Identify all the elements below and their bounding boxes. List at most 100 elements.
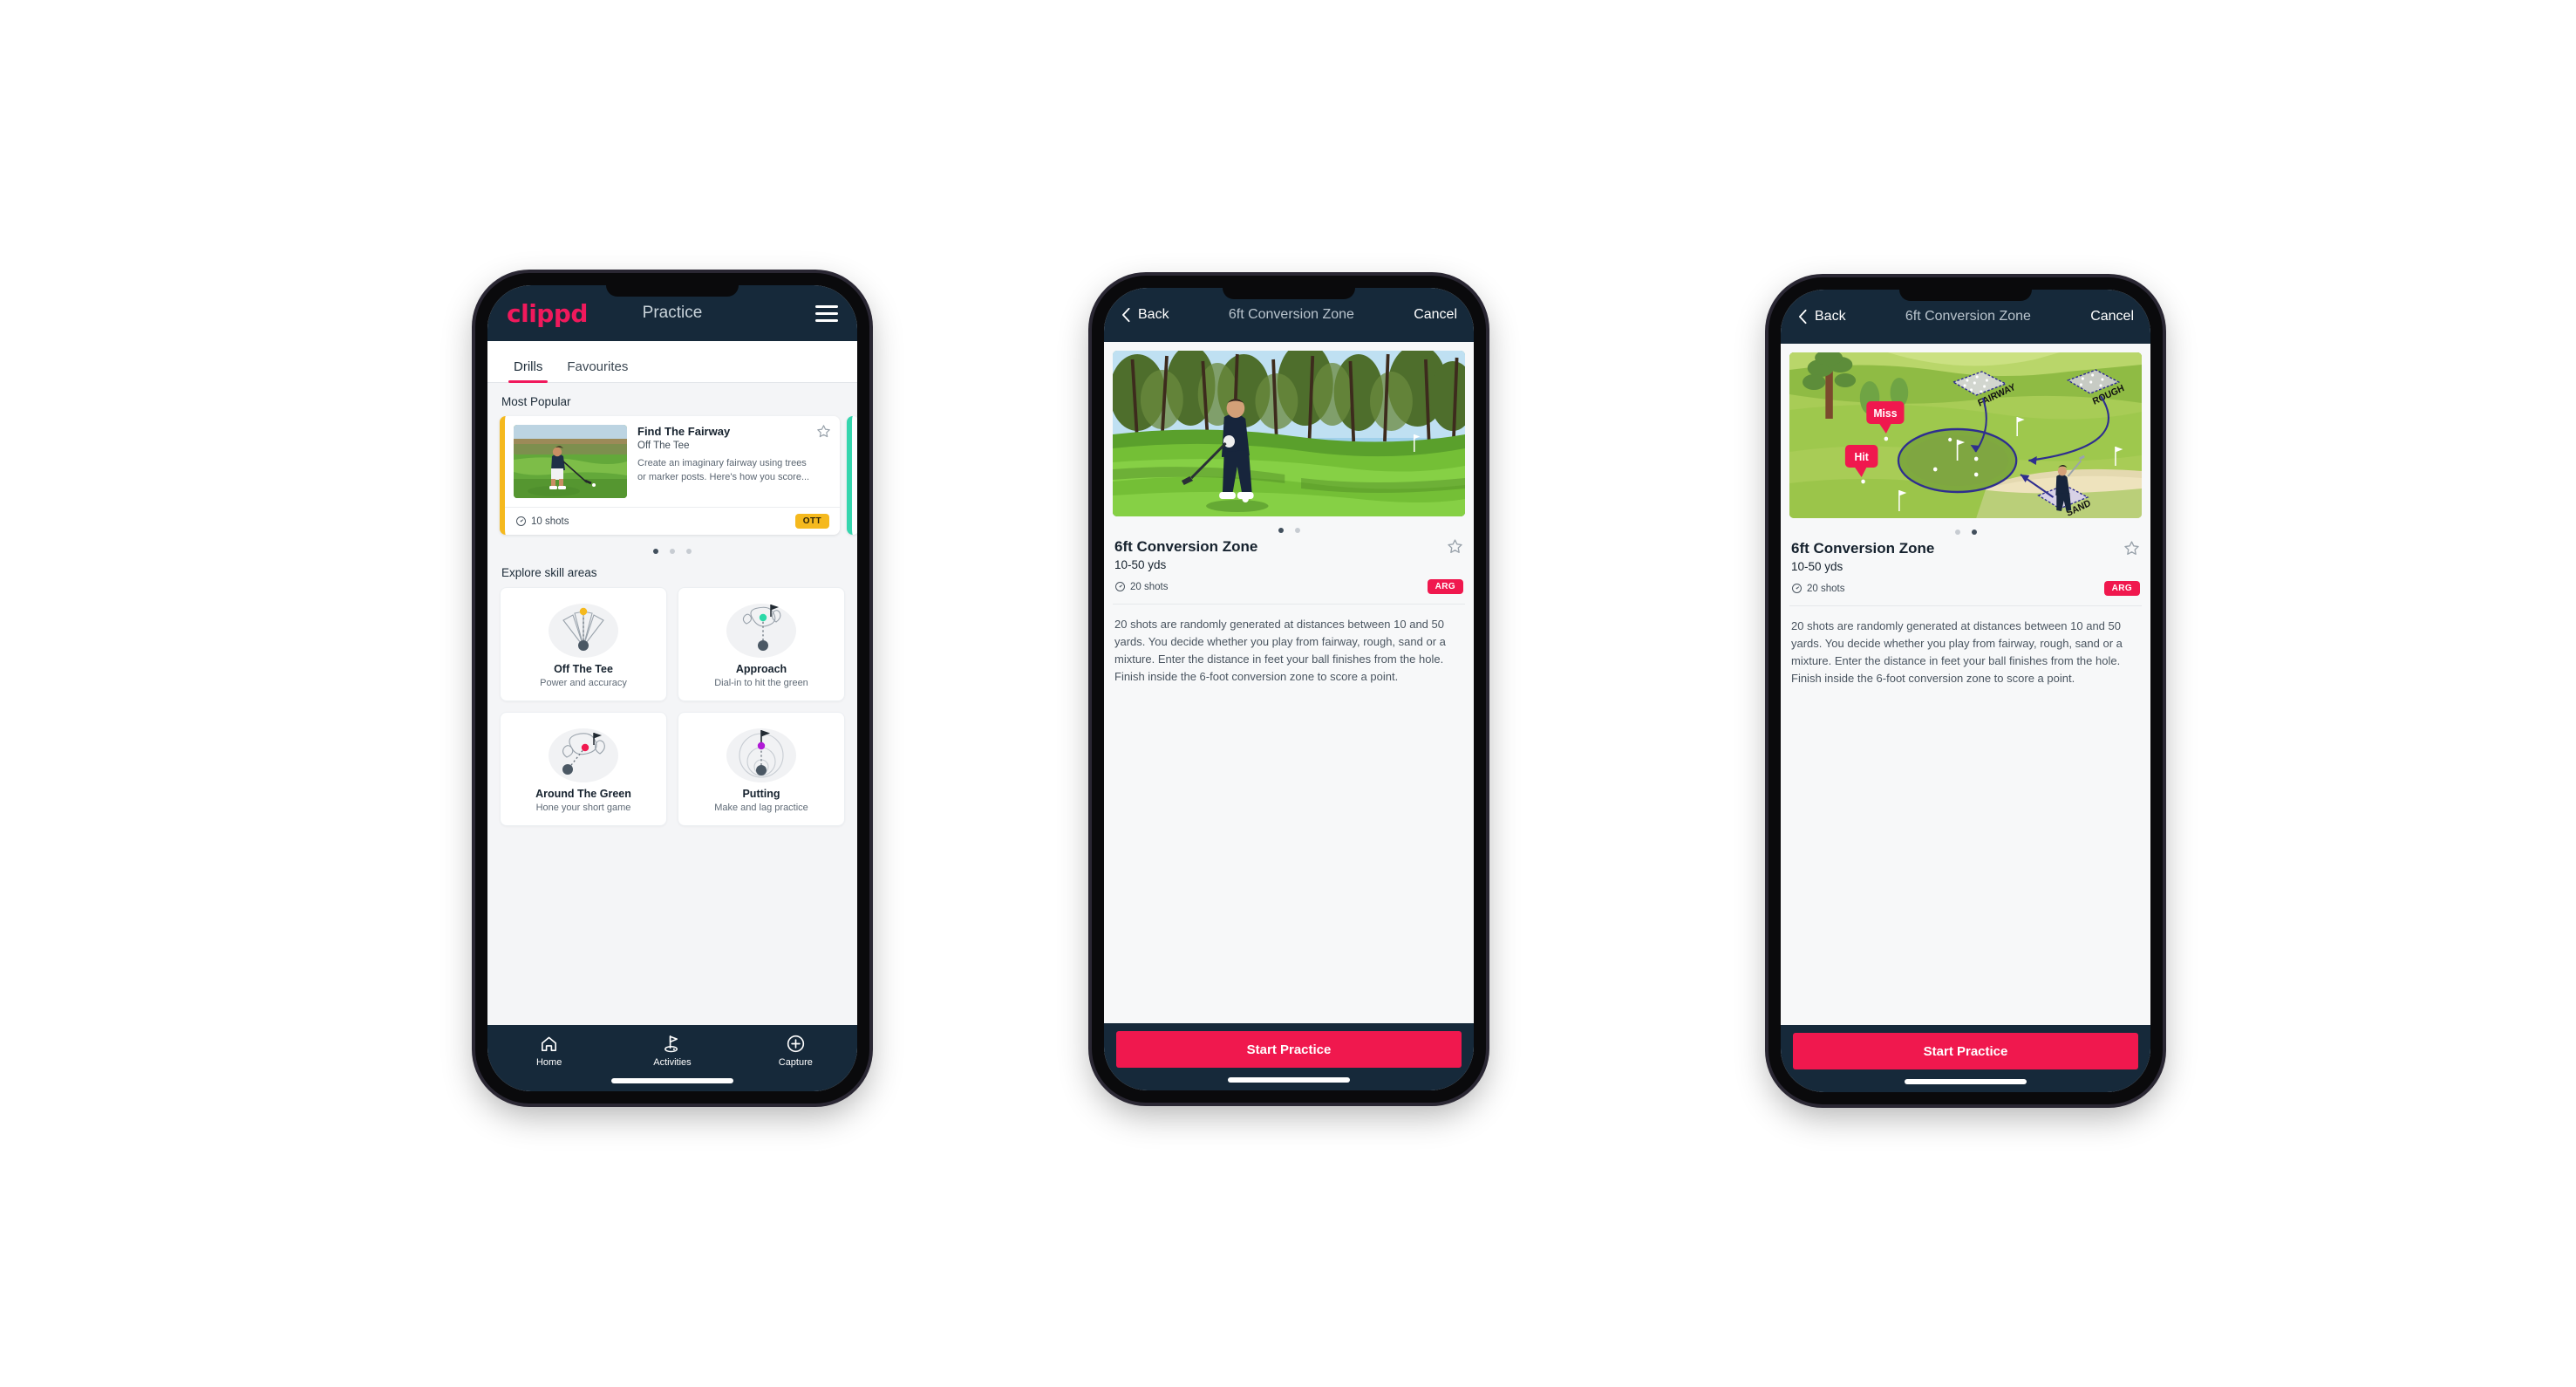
drill-description: 20 shots are randomly generated at dista… xyxy=(1114,618,1446,684)
back-button[interactable]: Back xyxy=(1797,309,1846,325)
drill-detail-title: 6ft Conversion Zone xyxy=(1114,538,1258,555)
drill-badge-arg: ARG xyxy=(1427,579,1463,594)
phone-practice-list: clippd Practice Drills Favourites Most P… xyxy=(475,273,869,1103)
detail-meta-row: 20 shots ARG xyxy=(1789,581,2142,606)
screen-practice-list: clippd Practice Drills Favourites Most P… xyxy=(487,285,857,1091)
tab-capture[interactable]: Capture xyxy=(734,1034,857,1068)
phone-notch xyxy=(1899,290,2032,301)
skill-name: Around The Green xyxy=(535,788,631,800)
drill-card-footer: 10 shots OTT xyxy=(505,507,840,535)
drill-card-next-peek[interactable] xyxy=(847,416,857,535)
star-outline-icon[interactable] xyxy=(1447,538,1463,555)
drill-detail-title: 6ft Conversion Zone xyxy=(1791,540,1935,557)
tab-bar: Drills Favourites xyxy=(487,341,857,383)
home-icon xyxy=(542,1036,557,1051)
skill-desc: Hone your short game xyxy=(535,803,631,813)
drill-thumbnail xyxy=(514,425,627,498)
skill-card-approach[interactable]: Approach Dial-in to hit the green xyxy=(678,587,845,701)
cancel-button[interactable]: Cancel xyxy=(1414,307,1457,323)
phone-drill-detail-photo: Back 6ft Conversion Zone Cancel 6ft Conv… xyxy=(1092,276,1486,1103)
drill-title: Find The Fairway xyxy=(637,425,731,438)
tab-label: Home xyxy=(535,1057,562,1068)
back-button[interactable]: Back xyxy=(1121,307,1169,323)
clock-icon xyxy=(1115,582,1125,591)
tab-label: Capture xyxy=(778,1057,813,1068)
drill-subtitle: Off The Tee xyxy=(637,440,690,451)
drill-badge-arg: ARG xyxy=(2103,581,2140,596)
drill-diagram[interactable]: FAIRWAY ROUGH SAND Miss Hit xyxy=(1789,352,2142,518)
drill-shots: 20 shots xyxy=(1791,583,1844,594)
home-indicator xyxy=(1905,1079,2027,1084)
skill-card-off-the-tee[interactable]: Off The Tee Power and accuracy xyxy=(500,587,667,701)
skill-desc: Make and lag practice xyxy=(714,803,808,813)
practice-content: Most Popular Find The Fairway Off The Te… xyxy=(487,383,857,1025)
phone-drill-detail-diagram: Back 6ft Conversion Zone Cancel FAIRWAY … xyxy=(1768,277,2163,1104)
skill-name: Approach xyxy=(735,663,787,675)
star-outline-icon[interactable] xyxy=(816,424,831,439)
drill-description: Create an imaginary fairway using trees … xyxy=(637,457,810,482)
screenshot-canvas: clippd Practice Drills Favourites Most P… xyxy=(0,0,2576,1387)
section-explore-heading: Explore skill areas xyxy=(501,566,597,579)
carousel-dots xyxy=(500,549,845,554)
drill-description: 20 shots are randomly generated at dista… xyxy=(1791,619,2123,686)
drill-distance: 10-50 yds xyxy=(1791,560,1843,573)
section-most-popular-heading: Most Popular xyxy=(501,395,571,408)
star-outline-icon[interactable] xyxy=(2123,540,2140,557)
drill-card-body: Find The Fairway Off The Tee Create an i… xyxy=(505,416,840,507)
start-practice-button[interactable]: Start Practice xyxy=(1793,1033,2138,1069)
screen-drill-detail-diagram: Back 6ft Conversion Zone Cancel FAIRWAY … xyxy=(1781,290,2150,1092)
skill-name: Putting xyxy=(742,788,780,800)
media-dot-1[interactable] xyxy=(1954,530,1960,535)
phone-notch xyxy=(606,285,739,297)
home-indicator xyxy=(1228,1077,1350,1083)
detail-title-row: 6ft Conversion Zone xyxy=(1789,540,2142,557)
chevron-left-icon xyxy=(1798,309,1807,325)
skill-name: Off The Tee xyxy=(554,663,613,675)
cancel-button[interactable]: Cancel xyxy=(2090,309,2134,325)
media-dots xyxy=(1113,528,1465,533)
detail-title: 6ft Conversion Zone xyxy=(1228,307,1354,322)
drill-shots-label: 20 shots xyxy=(1807,583,1845,594)
drill-photo[interactable] xyxy=(1113,351,1465,516)
tab-label: Activities xyxy=(653,1057,692,1068)
tab-home[interactable]: Home xyxy=(487,1034,610,1068)
plus-circle-icon xyxy=(787,1035,804,1053)
tab-drills[interactable]: Drills xyxy=(501,359,555,383)
media-dot-2[interactable] xyxy=(1294,528,1300,533)
drill-shots: 20 shots xyxy=(1114,581,1168,592)
phone-notch xyxy=(1223,288,1355,299)
media-dot-2[interactable] xyxy=(1971,530,1977,535)
carousel-dot-3[interactable] xyxy=(686,549,692,554)
media-dot-1[interactable] xyxy=(1278,528,1284,533)
skill-card-putting[interactable]: Putting Make and lag practice xyxy=(678,712,845,826)
screen-drill-detail-photo: Back 6ft Conversion Zone Cancel 6ft Conv… xyxy=(1104,288,1474,1090)
tab-activities[interactable]: Activities xyxy=(610,1034,733,1068)
start-practice-button[interactable]: Start Practice xyxy=(1116,1031,1462,1068)
drill-badge-ott: OTT xyxy=(794,514,829,529)
putting-icon xyxy=(684,723,839,786)
drill-shots: 10 shots xyxy=(515,516,569,527)
golf-flag-icon xyxy=(664,1035,678,1053)
chevron-left-icon xyxy=(1122,307,1130,323)
off-the-tee-icon xyxy=(506,598,661,661)
detail-title-row: 6ft Conversion Zone xyxy=(1113,538,1465,556)
carousel-dot-2[interactable] xyxy=(670,549,675,554)
detail-meta-row: 20 shots ARG xyxy=(1113,579,1465,605)
skill-areas-grid: Off The Tee Power and accuracy Approach … xyxy=(500,587,845,826)
media-dots xyxy=(1789,530,2142,535)
drill-shots-label: 20 shots xyxy=(1130,581,1169,592)
tab-favourites[interactable]: Favourites xyxy=(555,359,640,382)
drill-card[interactable]: Find The Fairway Off The Tee Create an i… xyxy=(500,416,840,535)
hamburger-icon[interactable] xyxy=(815,304,838,322)
approach-icon xyxy=(684,598,839,661)
skill-card-around-the-green[interactable]: Around The Green Hone your short game xyxy=(500,712,667,826)
skill-desc: Power and accuracy xyxy=(540,678,627,688)
drill-carousel[interactable]: Find The Fairway Off The Tee Create an i… xyxy=(500,416,857,535)
detail-content: 6ft Conversion Zone 10-50 yds 20 shots A… xyxy=(1104,342,1474,1023)
around-the-green-icon xyxy=(506,723,661,786)
drill-distance: 10-50 yds xyxy=(1114,558,1167,571)
svg-text:Hit: Hit xyxy=(1855,451,1870,463)
clippd-logo: clippd xyxy=(507,298,588,328)
skill-desc: Dial-in to hit the green xyxy=(714,678,808,688)
carousel-dot-1[interactable] xyxy=(653,549,658,554)
